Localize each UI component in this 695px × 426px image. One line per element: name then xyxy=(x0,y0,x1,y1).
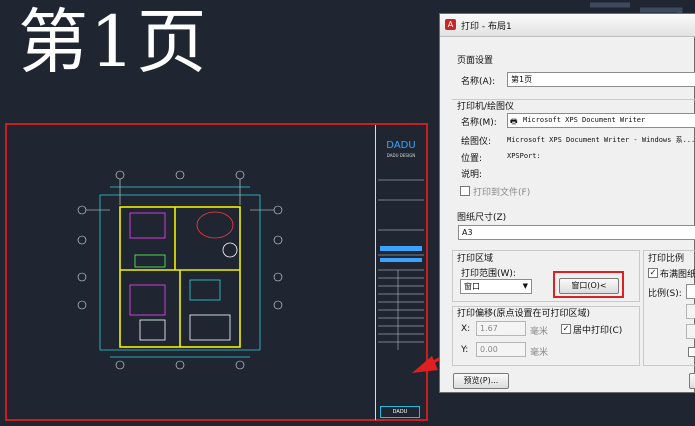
page-setup-name-label: 名称(A): xyxy=(461,77,496,87)
printer-icon: 🖶 xyxy=(510,117,518,126)
print-dialog: A 打印 - 布局1 页面设置 名称(A): 第1页 打印机/绘图仪 名称(M)… xyxy=(439,13,695,393)
plotter-label: 绘图仪: xyxy=(461,137,492,147)
scale-label: 比例(S): xyxy=(648,289,682,299)
printer-name-label: 名称(M): xyxy=(461,118,497,128)
description-label: 说明: xyxy=(461,170,483,180)
plot-range-combo[interactable]: 窗口 ▼ xyxy=(460,279,532,294)
scale-denominator-input[interactable] xyxy=(686,324,695,339)
page-setup-name-combo[interactable]: 第1页 xyxy=(507,72,695,87)
preview-button[interactable]: 预览(P)... xyxy=(453,373,509,389)
offset-x-unit: 毫米 xyxy=(530,327,549,337)
autocad-app-icon: A xyxy=(445,19,456,30)
apply-button[interactable] xyxy=(689,373,695,389)
title-block-footer: DADU xyxy=(380,406,420,418)
dialog-titlebar[interactable]: A 打印 - 布局1 xyxy=(440,14,695,37)
paper-size-group-label: 图纸尺寸(Z) xyxy=(457,213,507,223)
printer-name-combo[interactable]: Microsoft XPS Document Writer xyxy=(507,113,695,128)
plot-range-label: 打印范围(W): xyxy=(461,269,516,279)
plot-offset-group-label: 打印偏移(原点设置在可打印区域) xyxy=(457,309,591,319)
location-label: 位置: xyxy=(461,154,483,164)
title-block-brand: DADU xyxy=(386,140,416,151)
plot-area-group-label: 打印区域 xyxy=(457,254,494,264)
location-value: XPSPort: xyxy=(507,152,541,160)
print-to-file-label: 打印到文件(F) xyxy=(473,188,531,198)
scale-numerator-input[interactable] xyxy=(686,304,695,319)
scale-lineweights-checkbox[interactable] xyxy=(688,347,695,357)
floor-plan-drawing xyxy=(77,170,283,370)
printer-group-label: 打印机/绘图仪 xyxy=(457,102,515,112)
page-setup-group-label: 页面设置 xyxy=(457,56,494,66)
offset-x-label: X: xyxy=(461,324,471,334)
fit-to-paper-label: 布满图纸 xyxy=(660,270,695,280)
offset-y-input[interactable]: 0.00 xyxy=(476,342,526,357)
offset-y-label: Y: xyxy=(461,345,469,355)
highlight-box xyxy=(553,271,624,298)
offset-y-unit: 毫米 xyxy=(530,348,549,358)
paper-size-combo[interactable]: A3 xyxy=(458,225,695,240)
center-plot-label: 居中打印(C) xyxy=(573,326,623,336)
fit-to-paper-checkbox[interactable]: ✓ xyxy=(648,268,658,278)
plot-scale-group-label: 打印比例 xyxy=(648,254,685,264)
print-to-file-checkbox[interactable] xyxy=(460,186,470,196)
title-block-subtitle: DADU DESIGN xyxy=(386,153,416,158)
dialog-title: 打印 - 布局1 xyxy=(461,22,512,32)
plot-range-value: 窗口 xyxy=(464,282,480,291)
offset-x-input[interactable]: 1.67 xyxy=(476,321,526,336)
plotter-value: Microsoft XPS Document Writer - Windows … xyxy=(507,136,695,144)
page-heading: 第1页 xyxy=(18,1,209,83)
center-plot-checkbox[interactable]: ✓ xyxy=(561,324,571,334)
scale-combo[interactable] xyxy=(686,284,695,299)
chevron-down-icon: ▼ xyxy=(522,282,528,290)
